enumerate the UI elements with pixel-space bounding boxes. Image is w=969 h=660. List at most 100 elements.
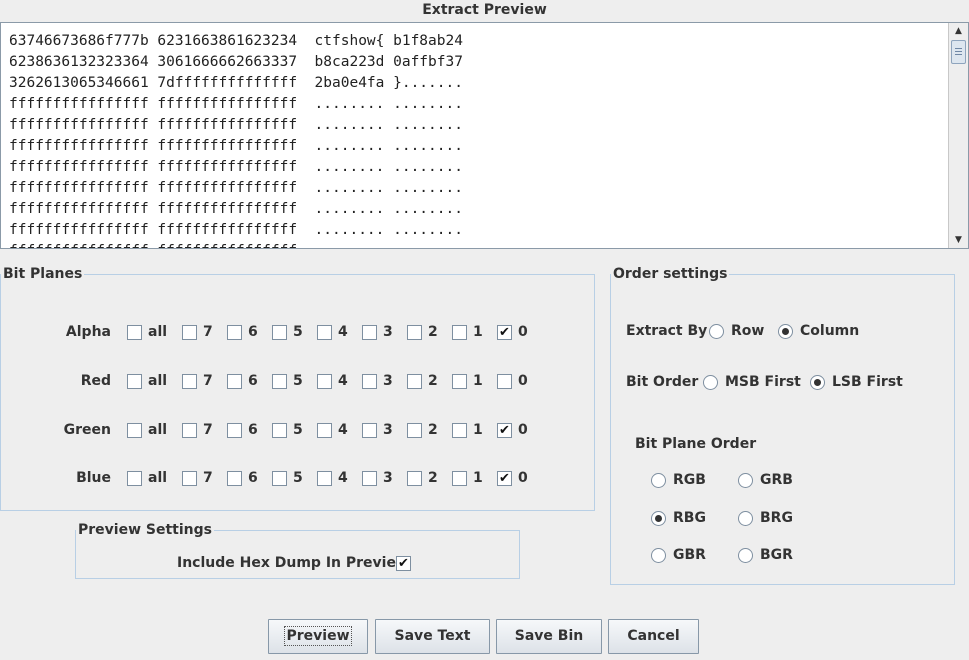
scroll-down-icon[interactable]: ▼ bbox=[949, 232, 968, 248]
bpo-rbg-radio[interactable] bbox=[651, 511, 666, 526]
alpha-bit-7-checkbox[interactable] bbox=[182, 325, 197, 340]
blue-bit-all-label[interactable]: all bbox=[148, 470, 167, 486]
bpo-bgr-label[interactable]: BGR bbox=[760, 547, 793, 563]
red-bit-7-label[interactable]: 7 bbox=[203, 373, 213, 389]
red-bit-3-label[interactable]: 3 bbox=[383, 373, 393, 389]
blue-bit-6-checkbox[interactable] bbox=[227, 471, 242, 486]
blue-bit-6-label[interactable]: 6 bbox=[248, 470, 258, 486]
blue-bit-2-checkbox[interactable] bbox=[407, 471, 422, 486]
red-bit-0-checkbox[interactable] bbox=[497, 374, 512, 389]
blue-bit-0-checkbox[interactable]: ✔ bbox=[497, 471, 512, 486]
preview-button[interactable]: Preview bbox=[268, 619, 368, 654]
blue-bit-7-label[interactable]: 7 bbox=[203, 470, 213, 486]
red-bit-6-label[interactable]: 6 bbox=[248, 373, 258, 389]
extract-by-row-radio[interactable] bbox=[709, 324, 724, 339]
bpo-grb-label[interactable]: GRB bbox=[760, 472, 793, 488]
alpha-bit-all-label[interactable]: all bbox=[148, 324, 167, 340]
alpha-bit-0-label[interactable]: 0 bbox=[518, 324, 528, 340]
vertical-scrollbar[interactable]: ▲ ▼ bbox=[948, 23, 968, 248]
bpo-brg-label[interactable]: BRG bbox=[760, 510, 793, 526]
red-bit-7-checkbox[interactable] bbox=[182, 374, 197, 389]
green-bit-4-checkbox[interactable] bbox=[317, 423, 332, 438]
red-bit-0-label[interactable]: 0 bbox=[518, 373, 528, 389]
alpha-bit-4-checkbox[interactable] bbox=[317, 325, 332, 340]
green-bit-0-label[interactable]: 0 bbox=[518, 422, 528, 438]
blue-bit-4-label[interactable]: 4 bbox=[338, 470, 348, 486]
cancel-button[interactable]: Cancel bbox=[608, 619, 699, 654]
extract-by-row-label[interactable]: Row bbox=[731, 323, 764, 339]
blue-bit-4-checkbox[interactable] bbox=[317, 471, 332, 486]
blue-bit-3-checkbox[interactable] bbox=[362, 471, 377, 486]
alpha-bit-5-checkbox[interactable] bbox=[272, 325, 287, 340]
bpo-gbr-label[interactable]: GBR bbox=[673, 547, 706, 563]
red-bit-6-checkbox[interactable] bbox=[227, 374, 242, 389]
alpha-bit-2-checkbox[interactable] bbox=[407, 325, 422, 340]
green-bit-all-label[interactable]: all bbox=[148, 422, 167, 438]
red-bit-2-checkbox[interactable] bbox=[407, 374, 422, 389]
hex-dump-checkbox[interactable]: ✔ bbox=[396, 556, 411, 571]
green-bit-5-label[interactable]: 5 bbox=[293, 422, 303, 438]
scroll-thumb[interactable] bbox=[951, 40, 966, 64]
blue-bit-7-checkbox[interactable] bbox=[182, 471, 197, 486]
lsb-first-radio[interactable] bbox=[810, 375, 825, 390]
red-bit-4-checkbox[interactable] bbox=[317, 374, 332, 389]
scroll-up-icon[interactable]: ▲ bbox=[949, 23, 968, 39]
blue-bit-1-label[interactable]: 1 bbox=[473, 470, 483, 486]
alpha-bit-all-checkbox[interactable] bbox=[127, 325, 142, 340]
green-bit-6-checkbox[interactable] bbox=[227, 423, 242, 438]
bpo-rbg-label[interactable]: RBG bbox=[673, 510, 706, 526]
red-bit-5-checkbox[interactable] bbox=[272, 374, 287, 389]
blue-bit-1-checkbox[interactable] bbox=[452, 471, 467, 486]
green-bit-7-checkbox[interactable] bbox=[182, 423, 197, 438]
green-bit-3-label[interactable]: 3 bbox=[383, 422, 393, 438]
green-bit-4-label[interactable]: 4 bbox=[338, 422, 348, 438]
alpha-bit-3-checkbox[interactable] bbox=[362, 325, 377, 340]
bpo-brg-radio[interactable] bbox=[738, 511, 753, 526]
blue-bit-3-label[interactable]: 3 bbox=[383, 470, 393, 486]
green-bit-5-checkbox[interactable] bbox=[272, 423, 287, 438]
green-bit-1-label[interactable]: 1 bbox=[473, 422, 483, 438]
red-bit-1-label[interactable]: 1 bbox=[473, 373, 483, 389]
green-bit-6-label[interactable]: 6 bbox=[248, 422, 258, 438]
alpha-bit-4-label[interactable]: 4 bbox=[338, 324, 348, 340]
alpha-bit-7-label[interactable]: 7 bbox=[203, 324, 213, 340]
alpha-bit-5-label[interactable]: 5 bbox=[293, 324, 303, 340]
blue-bit-all-checkbox[interactable] bbox=[127, 471, 142, 486]
bpo-grb-radio[interactable] bbox=[738, 473, 753, 488]
blue-bit-5-label[interactable]: 5 bbox=[293, 470, 303, 486]
green-bit-2-label[interactable]: 2 bbox=[428, 422, 438, 438]
alpha-bit-0-checkbox[interactable]: ✔ bbox=[497, 325, 512, 340]
lsb-first-label[interactable]: LSB First bbox=[832, 374, 903, 390]
alpha-bit-1-checkbox[interactable] bbox=[452, 325, 467, 340]
save-bin-button[interactable]: Save Bin bbox=[496, 619, 602, 654]
alpha-bit-2-label[interactable]: 2 bbox=[428, 324, 438, 340]
alpha-bit-6-label[interactable]: 6 bbox=[248, 324, 258, 340]
alpha-bit-6-checkbox[interactable] bbox=[227, 325, 242, 340]
blue-bit-0-label[interactable]: 0 bbox=[518, 470, 528, 486]
bpo-bgr-radio[interactable] bbox=[738, 548, 753, 563]
red-bit-all-label[interactable]: all bbox=[148, 373, 167, 389]
red-bit-3-checkbox[interactable] bbox=[362, 374, 377, 389]
red-bit-all-checkbox[interactable] bbox=[127, 374, 142, 389]
msb-first-radio[interactable] bbox=[703, 375, 718, 390]
msb-first-label[interactable]: MSB First bbox=[725, 374, 801, 390]
save-text-button[interactable]: Save Text bbox=[375, 619, 490, 654]
green-bit-3-checkbox[interactable] bbox=[362, 423, 377, 438]
alpha-bit-1-label[interactable]: 1 bbox=[473, 324, 483, 340]
bpo-rgb-radio[interactable] bbox=[651, 473, 666, 488]
red-bit-5-label[interactable]: 5 bbox=[293, 373, 303, 389]
blue-bit-2-label[interactable]: 2 bbox=[428, 470, 438, 486]
bpo-gbr-radio[interactable] bbox=[651, 548, 666, 563]
extract-preview-area[interactable]: 63746673686f777b 6231663861623234 ctfsho… bbox=[0, 22, 969, 249]
green-bit-2-checkbox[interactable] bbox=[407, 423, 422, 438]
bpo-rgb-label[interactable]: RGB bbox=[673, 472, 706, 488]
green-bit-7-label[interactable]: 7 bbox=[203, 422, 213, 438]
green-bit-1-checkbox[interactable] bbox=[452, 423, 467, 438]
red-bit-2-label[interactable]: 2 bbox=[428, 373, 438, 389]
extract-by-column-radio[interactable] bbox=[778, 324, 793, 339]
green-bit-all-checkbox[interactable] bbox=[127, 423, 142, 438]
extract-by-column-label[interactable]: Column bbox=[800, 323, 859, 339]
blue-bit-5-checkbox[interactable] bbox=[272, 471, 287, 486]
red-bit-4-label[interactable]: 4 bbox=[338, 373, 348, 389]
green-bit-0-checkbox[interactable]: ✔ bbox=[497, 423, 512, 438]
